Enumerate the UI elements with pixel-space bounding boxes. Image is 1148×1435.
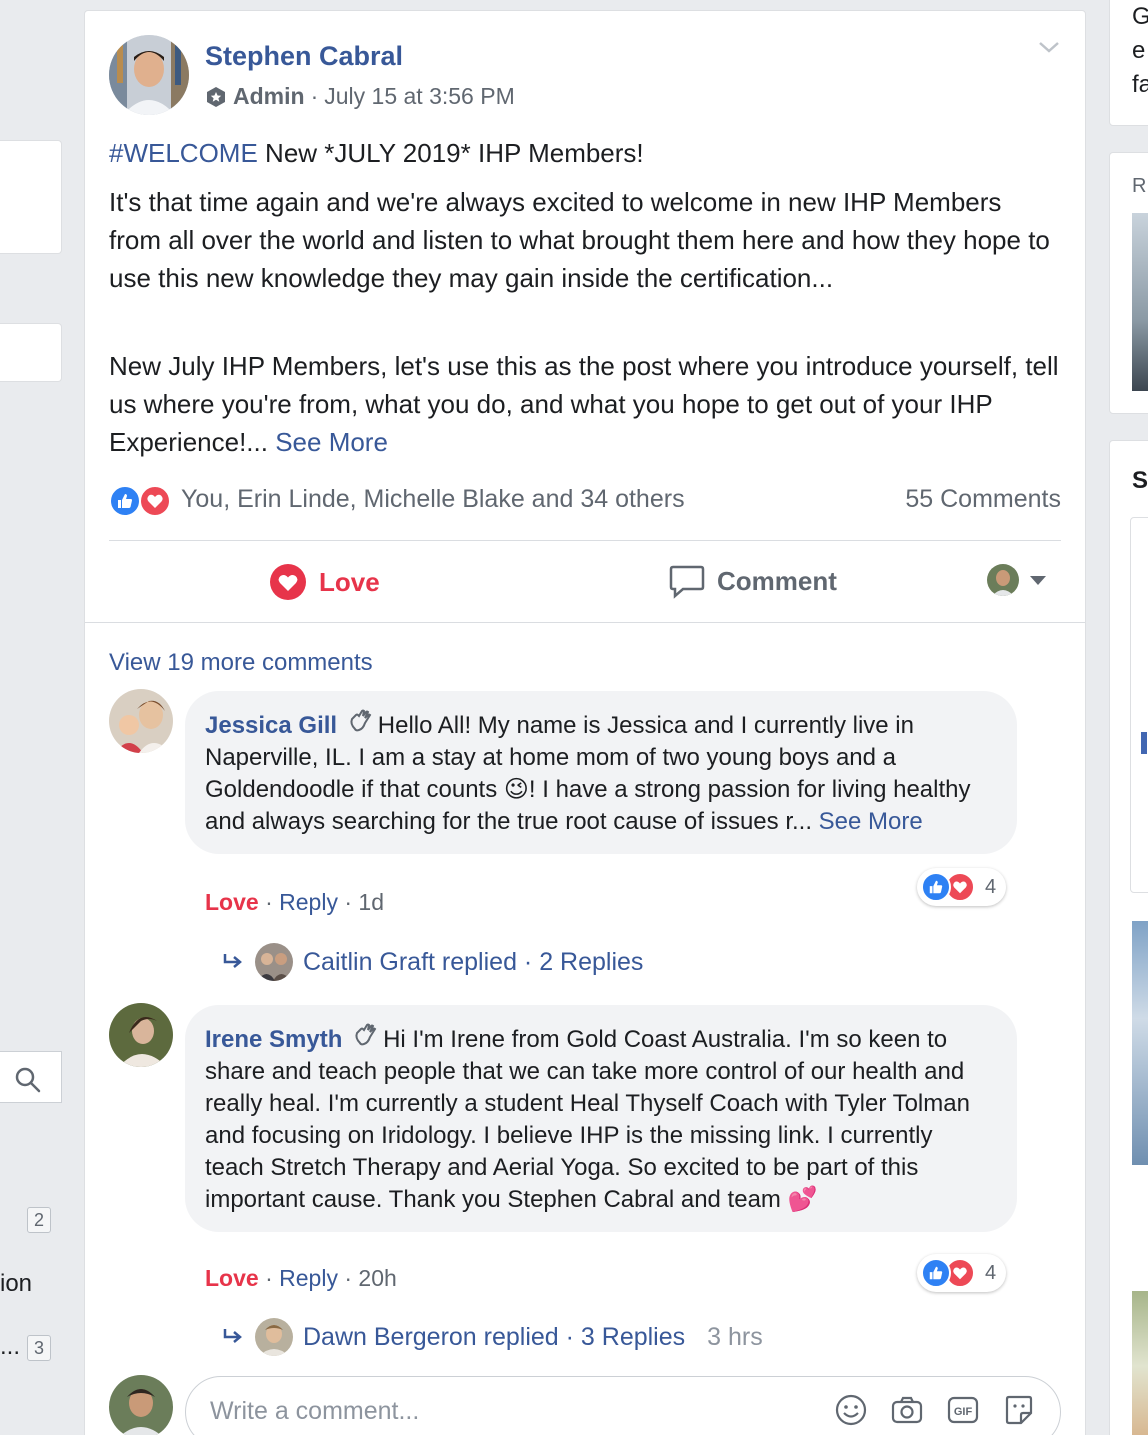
composer-icons: GIF	[834, 1393, 1036, 1427]
left-search-button[interactable]	[0, 1051, 62, 1103]
search-icon	[15, 1067, 41, 1093]
comment-button-label: Comment	[717, 565, 837, 596]
right-panel-card-2: R	[1109, 152, 1148, 414]
comment-reaction-count-1: 4	[985, 875, 997, 898]
love-button[interactable]: Love	[269, 563, 380, 601]
reply-avatar-1	[255, 943, 293, 981]
gif-icon[interactable]: GIF	[946, 1393, 980, 1427]
right-text-5: S	[1132, 467, 1148, 494]
comment-see-more-link[interactable]: See More	[819, 808, 923, 835]
right-thumbnail-1[interactable]	[1132, 213, 1148, 391]
comment-love-link-1[interactable]: Love	[205, 889, 259, 915]
right-text-3: fa	[1132, 71, 1148, 98]
comment-actions-2: Love · Reply · 20h	[205, 1265, 397, 1291]
wave-icon	[353, 1021, 379, 1056]
post-meta: Admin · July 15 at 3:56 PM	[205, 83, 515, 110]
comment-count[interactable]: 55 Comments	[905, 485, 1061, 514]
comment-reactions-2[interactable]: 4	[917, 1254, 1007, 1292]
right-thumbnail-2[interactable]	[1132, 921, 1148, 1165]
commenter-name-1[interactable]: Jessica Gill	[205, 712, 337, 739]
caret-down-icon	[1030, 576, 1046, 585]
reactions-summary: You, Erin Linde, Michelle Blake and 34 o…	[109, 483, 1061, 519]
reactions-divider	[109, 540, 1061, 541]
two-hearts-emoji-icon: 💕	[787, 1186, 818, 1213]
see-more-link[interactable]: See More	[275, 427, 388, 457]
react-as-selector[interactable]	[987, 564, 1047, 596]
comment-bubble-2: Irene Smyth Hi I'm Irene from Gold Coast…	[185, 1005, 1017, 1232]
chevron-down-icon	[1039, 42, 1059, 53]
reply-summary-text-1: Caitlin Graft replied · 2 Replies	[303, 947, 644, 976]
commenter-name-2[interactable]: Irene Smyth	[205, 1026, 342, 1053]
love-reaction-icon	[139, 485, 171, 517]
meta-separator: ·	[310, 83, 319, 109]
author-avatar[interactable]	[109, 35, 189, 115]
paragraph-2-text: New July IHP Members, let's use this as …	[109, 351, 1059, 457]
right-inner-box	[1130, 517, 1148, 893]
replies-summary-1[interactable]: Caitlin Graft replied · 2 Replies	[221, 943, 643, 981]
love-button-label: Love	[319, 566, 380, 597]
like-reaction-icon	[921, 1258, 951, 1288]
winking-emoji-icon: 😉	[503, 776, 529, 803]
right-text-1: G	[1132, 3, 1148, 31]
post-headline: #WELCOME New *JULY 2019* IHP Members!	[109, 134, 1059, 172]
comment-text-2: Hi I'm Irene from Gold Coast Australia. …	[205, 1026, 970, 1213]
left-nav-text-2[interactable]: ...	[0, 1333, 20, 1361]
love-icon	[270, 564, 306, 600]
like-reaction-icon	[109, 485, 141, 517]
post-timestamp[interactable]: July 15 at 3:56 PM	[324, 83, 515, 110]
replies-summary-2[interactable]: Dawn Bergeron replied · 3 Replies 3 hrs	[221, 1318, 763, 1356]
comment-input-placeholder: Write a comment...	[210, 1397, 420, 1425]
left-count-badge-1: 2	[27, 1207, 51, 1233]
post-card: Stephen Cabral Admin · July 15 at 3:56 P…	[84, 10, 1086, 1435]
left-count-badge-2: 3	[27, 1335, 51, 1361]
comment-age-1[interactable]: 1d	[358, 889, 384, 915]
reply-avatar-2	[255, 1318, 293, 1356]
right-panel-card-3: S	[1109, 440, 1148, 1435]
headline-text: New *JULY 2019* IHP Members!	[257, 138, 644, 168]
post-options-chevron[interactable]	[1037, 39, 1061, 60]
right-thumbnail-3[interactable]	[1132, 1291, 1148, 1435]
comment-bubble-icon	[669, 565, 705, 599]
reaction-icons[interactable]	[109, 485, 179, 517]
right-panel-card-1: G e fa	[1109, 0, 1148, 126]
svg-text:GIF: GIF	[954, 1406, 973, 1418]
reply-summary-text-2: Dawn Bergeron replied · 3 Replies	[303, 1322, 686, 1351]
comment-avatar-1[interactable]	[109, 689, 173, 753]
reply-arrow-icon	[223, 954, 242, 968]
comment-reply-link-2[interactable]: Reply	[279, 1265, 338, 1291]
reaction-names[interactable]: You, Erin Linde, Michelle Blake and 34 o…	[181, 485, 685, 514]
comment-reactions-1[interactable]: 4	[917, 868, 1007, 906]
post-paragraph-2: New July IHP Members, let's use this as …	[109, 347, 1059, 461]
reply-arrow-icon	[223, 1329, 242, 1343]
wave-icon	[348, 707, 374, 742]
reply-time-2: 3 hrs	[707, 1322, 763, 1351]
composer-avatar	[109, 1375, 173, 1435]
admin-badge-icon	[207, 86, 225, 107]
like-reaction-icon	[921, 872, 951, 902]
admin-role: Admin	[233, 83, 305, 109]
right-text-2: e	[1132, 37, 1146, 64]
comment-reaction-count-2: 4	[985, 1261, 997, 1284]
current-user-avatar	[987, 564, 1019, 596]
comment-love-link-2[interactable]: Love	[205, 1265, 259, 1291]
actions-divider	[85, 622, 1085, 623]
view-more-comments-link[interactable]: View 19 more comments	[109, 649, 373, 677]
comment-avatar-2[interactable]	[109, 1003, 173, 1067]
author-name[interactable]: Stephen Cabral	[205, 41, 403, 72]
hashtag-link[interactable]: #WELCOME	[109, 138, 258, 168]
left-panel-card-1	[0, 140, 62, 254]
comment-bubble-1: Jessica Gill Hello All! My name is Jessi…	[185, 691, 1017, 854]
comment-button[interactable]: Comment	[669, 563, 837, 599]
comment-age-2[interactable]: 20h	[358, 1265, 396, 1291]
right-text-4: R	[1132, 175, 1147, 197]
sticker-icon[interactable]	[1002, 1393, 1036, 1427]
emoji-icon[interactable]	[834, 1393, 868, 1427]
left-panel-card-2	[0, 323, 62, 382]
camera-icon[interactable]	[890, 1393, 924, 1427]
post-paragraph-1: It's that time again and we're always ex…	[109, 187, 1050, 293]
comment-composer[interactable]: Write a comment... GIF	[185, 1376, 1061, 1435]
comment-reply-link-1[interactable]: Reply	[279, 889, 338, 915]
comment-actions-1: Love · Reply · 1d	[205, 889, 384, 915]
left-nav-text-1[interactable]: ion	[0, 1270, 32, 1298]
